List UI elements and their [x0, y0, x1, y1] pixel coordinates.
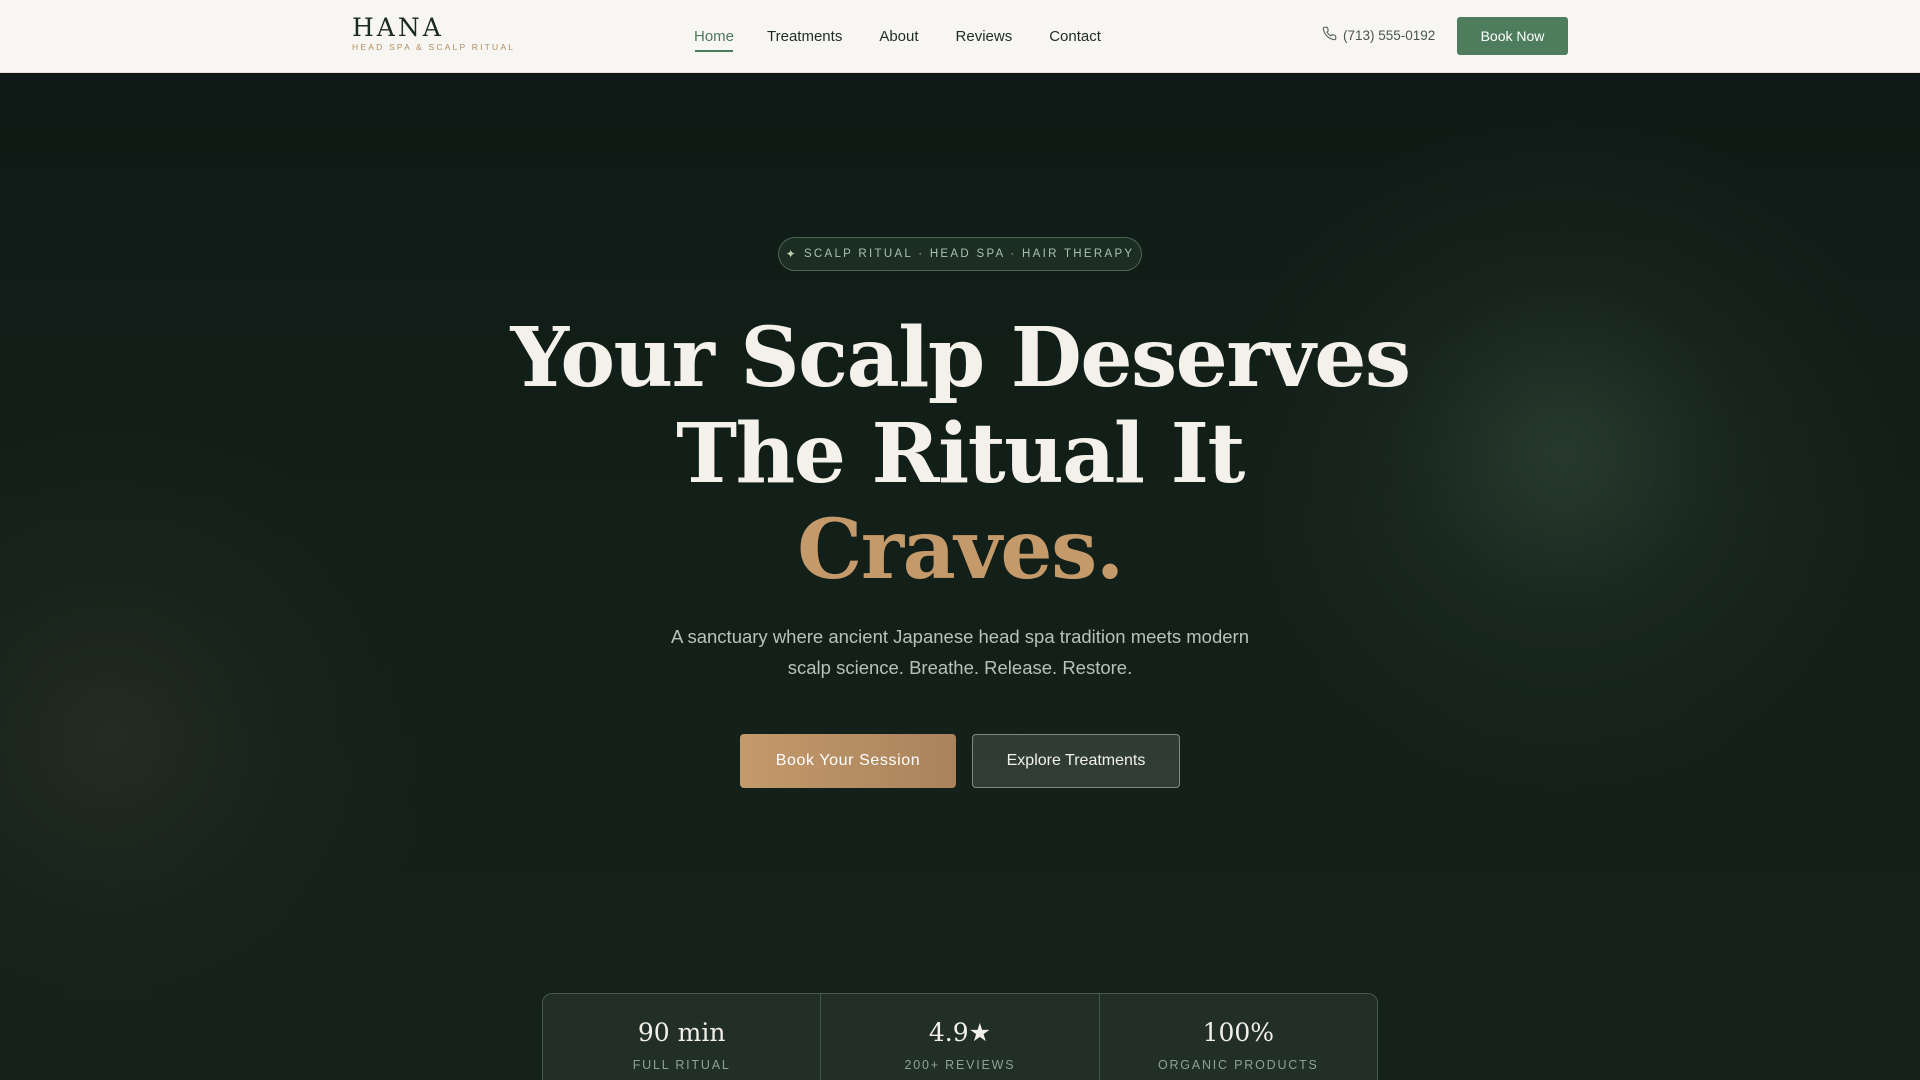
- phone-link[interactable]: (713) 555-0192: [1322, 26, 1435, 44]
- stat-ritual: 90 min FULL RITUAL: [543, 994, 822, 1080]
- stat-label: FULL RITUAL: [632, 1058, 731, 1072]
- brand-logo[interactable]: HANA HEAD SPA & SCALP RITUAL: [352, 15, 515, 52]
- main-nav: Home Treatments About Reviews Contact: [681, 0, 1121, 73]
- site-header: HANA HEAD SPA & SCALP RITUAL Home Treatm…: [0, 0, 1920, 73]
- sparkle-icon: ✦: [785, 247, 798, 261]
- hero-headline: Your Scalp Deserves The Ritual It Craves…: [460, 310, 1460, 598]
- nav-home[interactable]: Home: [681, 0, 747, 73]
- services-pill-text: SCALP RITUAL · HEAD SPA · HAIR THERAPY: [803, 248, 1135, 260]
- headline-accent: Craves.: [797, 502, 1124, 598]
- stat-label: ORGANIC PRODUCTS: [1157, 1058, 1319, 1072]
- headline-line-2: The Ritual It: [676, 406, 1245, 502]
- hero-section: ✦ SCALP RITUAL · HEAD SPA · HAIR THERAPY…: [0, 73, 1920, 1080]
- hero-subtext: A sanctuary where ancient Japanese head …: [671, 626, 1249, 678]
- nav-reviews[interactable]: Reviews: [939, 0, 1030, 73]
- phone-number: (713) 555-0192: [1343, 27, 1436, 43]
- book-now-button[interactable]: Book Now: [1457, 17, 1568, 55]
- stats-bar: 90 min FULL RITUAL 4.9★ 200+ REVIEWS 100…: [542, 993, 1378, 1080]
- explore-treatments-button[interactable]: Explore Treatments: [972, 734, 1180, 788]
- stat-value: 4.9★: [928, 1018, 992, 1047]
- brand-tagline: HEAD SPA & SCALP RITUAL: [352, 42, 516, 52]
- headline-line-1: Your Scalp Deserves: [510, 310, 1411, 406]
- nav-contact[interactable]: Contact: [1032, 0, 1118, 73]
- stat-label: 200+ REVIEWS: [904, 1058, 1016, 1072]
- stat-organic: 100% ORGANIC PRODUCTS: [1100, 994, 1377, 1080]
- stat-value: 100%: [1202, 1018, 1275, 1047]
- stat-reviews: 4.9★ 200+ REVIEWS: [821, 994, 1100, 1080]
- nav-treatments[interactable]: Treatments: [750, 0, 859, 73]
- phone-icon: [1322, 26, 1337, 44]
- stat-value: 90 min: [637, 1018, 726, 1047]
- brand-name: HANA: [352, 13, 444, 42]
- book-session-button[interactable]: Book Your Session: [740, 734, 956, 788]
- nav-about[interactable]: About: [862, 0, 935, 73]
- services-pill: ✦ SCALP RITUAL · HEAD SPA · HAIR THERAPY: [778, 237, 1142, 271]
